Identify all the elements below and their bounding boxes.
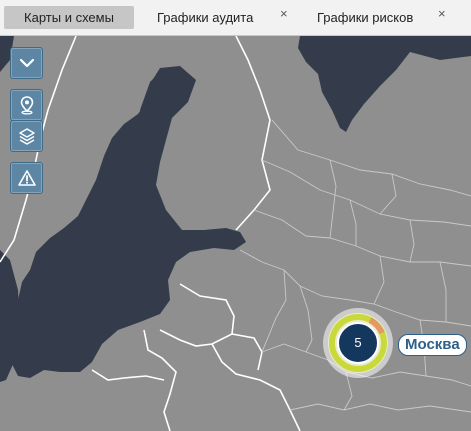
tab-bar: Карты и схемы Графики аудита × Графики р… [0, 0, 471, 36]
tab-maps-and-schemes[interactable]: Карты и схемы [4, 6, 134, 29]
cluster-count[interactable]: 5 [338, 331, 378, 355]
location-button[interactable] [10, 89, 43, 121]
chevron-down-icon [19, 58, 34, 68]
city-label-moscow[interactable]: Москва [398, 334, 467, 356]
layers-button[interactable] [10, 120, 43, 152]
close-icon[interactable]: × [280, 6, 288, 22]
alerts-button[interactable] [10, 162, 43, 194]
map-pin-icon [20, 96, 33, 115]
collapse-button[interactable] [10, 47, 43, 79]
tab-risk-charts[interactable]: Графики рисков [317, 6, 413, 29]
layers-icon [18, 128, 35, 145]
warning-icon [17, 170, 36, 186]
map-canvas[interactable] [0, 36, 471, 431]
close-icon[interactable]: × [438, 6, 446, 22]
tab-audit-charts[interactable]: Графики аудита [157, 6, 253, 29]
